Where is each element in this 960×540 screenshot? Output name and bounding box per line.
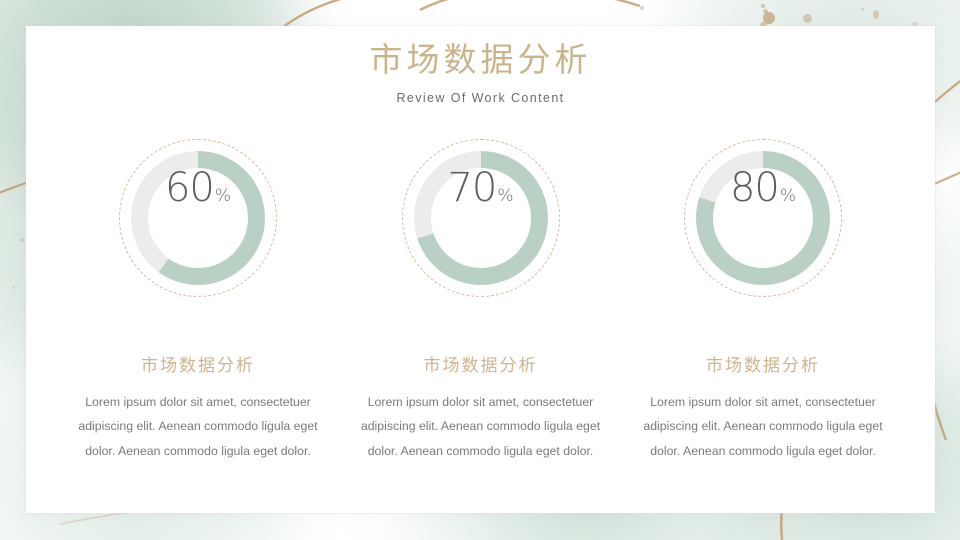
metric-body-1: Lorem ipsum dolor sit amet, consectetuer… (78, 394, 318, 458)
metrics-columns: 60 % 市场数据分析 Lorem ipsum dolor sit amet, … (26, 138, 935, 464)
slide-header: 市场数据分析 Review Of Work Content (26, 26, 935, 105)
metric-column-2: 70 % 市场数据分析 Lorem ipsum dolor sit amet, … (345, 138, 617, 464)
donut-center-label-2: 70 % (430, 164, 531, 268)
page-subtitle: Review Of Work Content (396, 90, 565, 105)
gold-paint-speckle (12, 286, 15, 289)
metric-title-1: 市场数据分析 (141, 355, 255, 376)
content-card: 市场数据分析 Review Of Work Content 60 % 市场数据分… (26, 26, 935, 513)
percent-sign-1: % (214, 185, 232, 206)
percent-sign-3: % (779, 185, 797, 206)
percent-value-2: 70 (447, 164, 497, 211)
gold-paint-speckle (873, 10, 879, 19)
metric-column-3: 80 % 市场数据分析 Lorem ipsum dolor sit amet, … (627, 138, 899, 464)
metric-title-3: 市场数据分析 (706, 355, 820, 376)
donut-chart-1[interactable]: 60 % (119, 138, 277, 297)
donut-ring-2: 70 % (413, 150, 548, 285)
percent-value-1: 60 (164, 164, 215, 211)
percent-value-3: 80 (729, 164, 780, 211)
donut-center-label-3: 80 % (713, 164, 813, 268)
donut-ring-1: 60 % (131, 150, 265, 285)
gold-paint-speckle (803, 14, 812, 23)
donut-chart-3[interactable]: 80 % (684, 138, 842, 297)
donut-chart-2[interactable]: 70 % (401, 138, 560, 297)
gold-paint-speckle (20, 238, 24, 242)
gold-paint-speckle (640, 6, 644, 10)
metric-body-3: Lorem ipsum dolor sit amet, consectetuer… (643, 394, 883, 458)
gold-paint-speckle (861, 8, 864, 11)
donut-ring-3: 80 % (696, 150, 830, 285)
gold-paint-speckle (763, 12, 775, 24)
slide-canvas: 市场数据分析 Review Of Work Content 60 % 市场数据分… (0, 0, 960, 540)
page-title: 市场数据分析 (369, 40, 592, 79)
metric-body-2: Lorem ipsum dolor sit amet, consectetuer… (360, 394, 601, 458)
percent-sign-2: % (497, 185, 514, 206)
gold-paint-speckle (761, 4, 765, 8)
gold-paint-speckle (763, 9, 768, 14)
donut-center-label-1: 60 % (148, 164, 248, 268)
metric-title-2: 市场数据分析 (423, 355, 538, 376)
metric-column-1: 60 % 市场数据分析 Lorem ipsum dolor sit amet, … (62, 138, 334, 464)
